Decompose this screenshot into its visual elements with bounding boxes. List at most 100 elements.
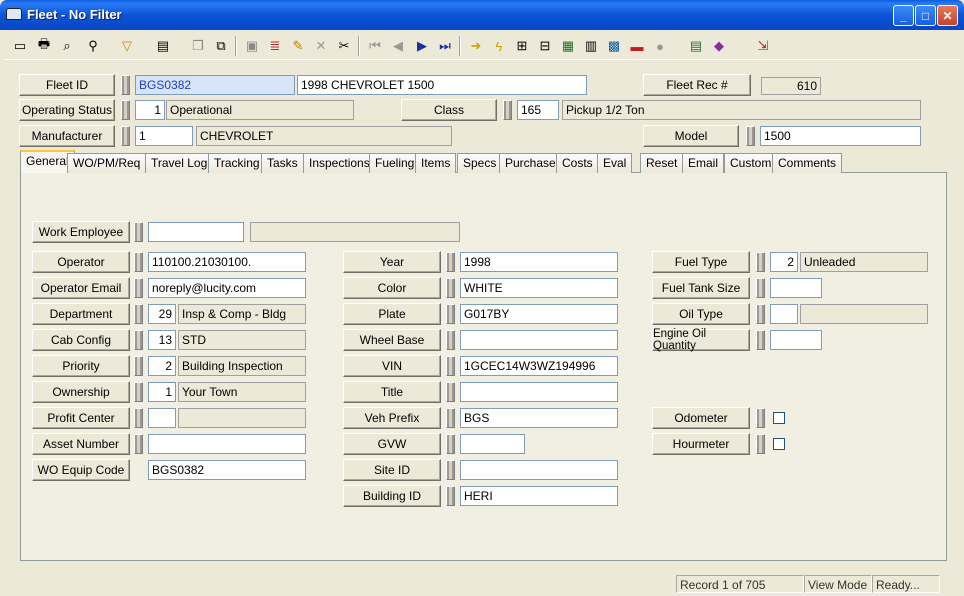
gvw-button[interactable]: GVW [343,433,441,455]
department-lookup[interactable] [134,304,143,324]
tab-tasks[interactable]: Tasks [261,153,304,173]
minimize-button[interactable]: _ [893,5,914,26]
class-code[interactable]: 165 [517,100,559,120]
plate-lookup[interactable] [446,304,455,324]
next-record-icon[interactable]: ▶ [411,35,433,57]
plate-button[interactable]: Plate [343,303,441,325]
spreadsheet-icon[interactable]: ▤ [685,35,707,57]
manufacturer-lookup[interactable] [121,126,130,146]
report-icon[interactable]: ▤ [152,35,174,57]
odometer-button[interactable]: Odometer [652,407,750,429]
priority-lookup[interactable] [134,356,143,376]
last-record-icon[interactable]: ⏭ [434,35,456,57]
previous-record-icon[interactable]: ◀ [387,35,409,57]
wheel-base-button[interactable]: Wheel Base [343,329,441,351]
operating-status-code[interactable]: 1 [135,100,165,120]
odometer-lookup[interactable] [756,408,765,428]
print-preview-icon[interactable]: ⌕ [56,35,78,57]
title-lookup[interactable] [446,382,455,402]
fleet-id-button[interactable]: Fleet ID [19,74,115,96]
work-employee-button[interactable]: Work Employee [32,221,130,243]
class-button[interactable]: Class [401,99,497,121]
veh-prefix-button[interactable]: Veh Prefix [343,407,441,429]
wheel-base-field[interactable] [460,330,618,350]
hierarchy-icon[interactable]: ⊞ [511,35,533,57]
org-chart-icon[interactable]: ⊟ [534,35,556,57]
oil-type-lookup[interactable] [756,304,765,324]
vin-lookup[interactable] [446,356,455,376]
ownership-code[interactable]: 1 [148,382,176,402]
tab-custom[interactable]: Custom [724,153,778,173]
color-button[interactable]: Color [343,277,441,299]
work-employee-code[interactable] [148,222,244,242]
work-employee-lookup[interactable] [134,222,143,242]
operator-button[interactable]: Operator [32,251,130,273]
manufacturer-button[interactable]: Manufacturer [19,125,115,147]
building-id-field[interactable]: HERI [460,486,618,506]
operator-email-field[interactable]: noreply@lucity.com [148,278,306,298]
tab-eval[interactable]: Eval [597,153,633,173]
title-field[interactable] [460,382,618,402]
vin-field[interactable]: 1GCEC14W3WZ194996 [460,356,618,376]
operating-status-lookup[interactable] [121,100,130,120]
gvw-field[interactable] [460,434,525,454]
exit-icon[interactable]: ⇲ [752,35,774,57]
tab-items[interactable]: Items [415,153,457,173]
tab-wo-pm-req[interactable]: WO/PM/Req [67,153,147,173]
wheel-base-lookup[interactable] [446,330,455,350]
new-icon[interactable]: ▭ [9,35,31,57]
year-field[interactable]: 1998 [460,252,618,272]
jump-icon[interactable]: ➜ [465,35,487,57]
hourmeter-checkbox[interactable] [773,438,785,450]
first-record-icon[interactable]: ⏮ [364,35,386,57]
oil-type-code[interactable] [770,304,798,324]
engine-oil-quantity-field[interactable] [770,330,822,350]
cab-config-button[interactable]: Cab Config [32,329,130,351]
year-lookup[interactable] [446,252,455,272]
globe-icon[interactable]: ● [649,35,671,57]
building-id-button[interactable]: Building ID [343,485,441,507]
gvw-lookup[interactable] [446,434,455,454]
book-icon[interactable]: ◆ [708,35,730,57]
operator-email-lookup[interactable] [134,278,143,298]
hourmeter-lookup[interactable] [756,434,765,454]
tab-specs[interactable]: Specs [457,153,503,173]
calculator-icon[interactable]: ▥ [580,35,602,57]
model-field[interactable]: 1500 [760,126,921,146]
search-icon[interactable]: ⚲ [82,35,104,57]
close-button[interactable]: ✕ [937,5,958,26]
fleet-id-lookup[interactable] [121,75,130,95]
operator-field[interactable]: 110100.21030100. [148,252,306,272]
color-field[interactable]: WHITE [460,278,618,298]
gis-icon[interactable]: ▩ [603,35,625,57]
asset-number-button[interactable]: Asset Number [32,433,130,455]
plate-field[interactable]: G017BY [460,304,618,324]
manufacturer-code[interactable]: 1 [135,126,193,146]
fleet-rec-button[interactable]: Fleet Rec # [643,74,751,96]
odometer-checkbox[interactable] [773,412,785,424]
copy-icon[interactable]: ❐ [187,35,209,57]
veh-prefix-field[interactable]: BGS [460,408,618,428]
tab-fueling[interactable]: Fueling [369,153,421,173]
maximize-button[interactable]: □ [915,5,936,26]
site-id-field[interactable] [460,460,618,480]
fuel-type-button[interactable]: Fuel Type [652,251,750,273]
ownership-button[interactable]: Ownership [32,381,130,403]
asset-number-lookup[interactable] [134,434,143,454]
records-icon[interactable]: ≣ [264,35,286,57]
priority-button[interactable]: Priority [32,355,130,377]
tab-inspections[interactable]: Inspections [303,153,376,173]
tab-tracking[interactable]: Tracking [208,153,266,173]
cab-config-code[interactable]: 13 [148,330,176,350]
tab-comments[interactable]: Comments [772,153,843,173]
class-lookup[interactable] [503,100,512,120]
veh-prefix-lookup[interactable] [446,408,455,428]
fuel-tank-size-field[interactable] [770,278,822,298]
cab-config-lookup[interactable] [134,330,143,350]
operating-status-button[interactable]: Operating Status [19,99,115,121]
tab-travel-log[interactable]: Travel Log [145,153,214,173]
print-icon[interactable]: 🖶 [33,35,55,57]
vin-button[interactable]: VIN [343,355,441,377]
wo-equip-code-field[interactable]: BGS0382 [148,460,306,480]
engine-oil-quantity-button[interactable]: Engine Oil Quantity [652,328,750,352]
